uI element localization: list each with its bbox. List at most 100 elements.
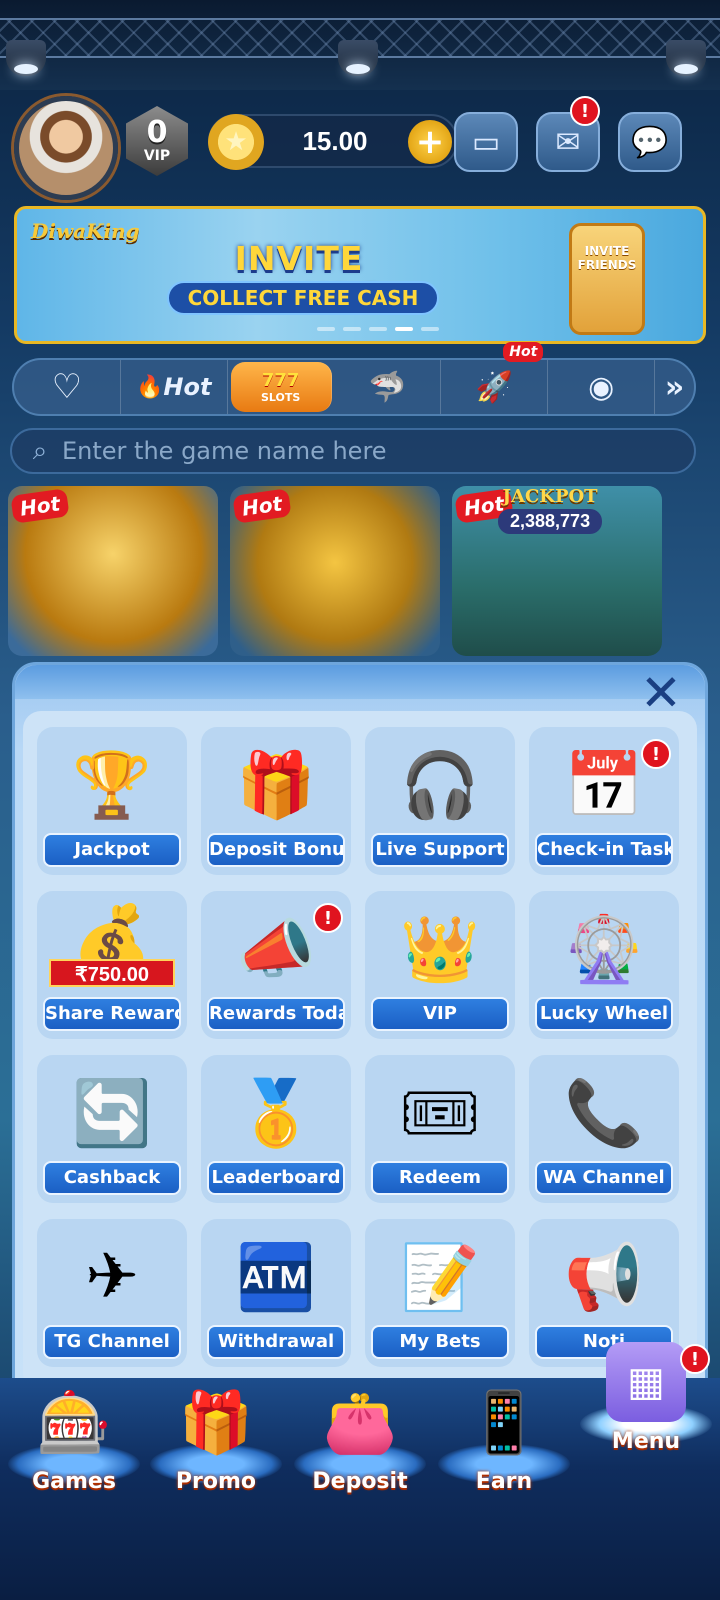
atm-icon: 🏧 <box>236 1240 316 1315</box>
promo-banner[interactable]: DiwaKing INVITE FRIENDS COLLECT FREE CAS… <box>14 206 706 344</box>
menu-item-label: WA Channel <box>535 1161 673 1195</box>
shark-icon: 🦈 <box>368 369 407 405</box>
nav-deposit-label: Deposit <box>312 1469 408 1494</box>
mail-alert-badge: ! <box>570 96 600 126</box>
tab-casino[interactable]: ◉ <box>548 360 656 414</box>
slot-machine-icon: 🎰 <box>36 1387 112 1458</box>
menu-item-label: TG Channel <box>43 1325 181 1359</box>
roulette-icon: ◉ <box>588 369 615 405</box>
menu-item-label: Redeem <box>371 1161 509 1195</box>
wheel-icon: 🎡 <box>564 912 644 987</box>
chevron-right-icon: » <box>664 369 685 405</box>
vip-level-badge[interactable]: 0 VIP <box>126 106 188 176</box>
menu-item-vip[interactable]: 👑 VIP <box>365 891 515 1039</box>
menu-item-live-support[interactable]: 🎧 Live Support <box>365 727 515 875</box>
game-tile[interactable]: Hot <box>230 486 440 656</box>
alert-badge: ! <box>313 903 343 933</box>
wallet-button[interactable]: ▭ <box>454 112 518 172</box>
tab-fishing[interactable]: 🦈 <box>335 360 442 414</box>
tab-favorites[interactable]: ♡ <box>14 360 121 414</box>
notepad-pen-icon: 📝 <box>400 1240 480 1315</box>
scroll-right-button[interactable]: » <box>655 360 694 414</box>
add-funds-button[interactable]: + <box>408 120 452 164</box>
balance-amount: 15.00 <box>302 126 368 156</box>
mail-button[interactable]: ✉ ! <box>536 96 600 172</box>
menu-item-lucky-wheel[interactable]: 🎡 Lucky Wheel <box>529 891 679 1039</box>
nav-menu-label: Menu <box>611 1429 681 1454</box>
whatsapp-icon: 📞 <box>564 1076 644 1151</box>
search-input[interactable] <box>62 437 662 465</box>
menu-item-label: Withdrawal <box>207 1325 345 1359</box>
menu-item-share-rewards[interactable]: 💰 ₹750.00 Share Rewards <box>37 891 187 1039</box>
nav-games[interactable]: 🎰 Games <box>4 1378 144 1518</box>
menu-item-cashback[interactable]: 🔄 Cashback <box>37 1055 187 1203</box>
tab-hot[interactable]: 🔥 Hot <box>121 360 228 414</box>
vip-level-label: VIP <box>143 148 171 164</box>
coin-icon: ★ <box>208 114 264 170</box>
rocket-icon: 🚀 <box>475 369 514 405</box>
menu-item-label: Jackpot <box>43 833 181 867</box>
menu-item-label: Cashback <box>43 1161 181 1195</box>
menu-item-wa-channel[interactable]: 📞 WA Channel <box>529 1055 679 1203</box>
support-agent-icon: 🎧 <box>400 748 480 823</box>
menu-item-withdrawal[interactable]: 🏧 Withdrawal <box>201 1219 351 1367</box>
share-rewards-amount: ₹750.00 <box>49 959 175 987</box>
menu-item-rewards-today[interactable]: 📣 ! Rewards Today <box>201 891 351 1039</box>
alert-badge: ! <box>641 739 671 769</box>
brand-logo: DiwaKing <box>31 219 140 243</box>
hot-tag: Hot <box>503 342 544 362</box>
gift-bonus-icon: 🎁 <box>236 748 316 823</box>
tab-crash[interactable]: 🚀 Hot <box>441 342 549 414</box>
menu-panel: ✕ 🏆 Jackpot 🎁 Deposit Bonus 🎧 Live Suppo… <box>12 662 708 1391</box>
hot-tag: Hot <box>10 488 70 524</box>
menu-item-deposit-bonus[interactable]: 🎁 Deposit Bonus <box>201 727 351 875</box>
mail-icon: ✉ <box>555 124 581 160</box>
ticket-icon: 🎟 <box>399 1076 481 1151</box>
menu-item-label: Check-in Task <box>535 833 673 867</box>
menu-item-label: My Bets <box>371 1325 509 1359</box>
menu-item-label: Live Support <box>371 833 509 867</box>
heart-icon: ♡ <box>51 367 83 407</box>
search-bar: ⌕ <box>10 428 696 474</box>
flame-icon: 🔥 <box>136 374 164 400</box>
menu-item-check-in-task[interactable]: 📅 ! Check-in Task <box>529 727 679 875</box>
search-icon: ⌕ <box>32 435 48 466</box>
gift-icon: 🎁 <box>178 1387 254 1458</box>
nav-menu[interactable]: ▦ ! Menu <box>576 1338 716 1478</box>
nav-earn[interactable]: 📱 Earn <box>434 1378 574 1518</box>
menu-item-label: Share Rewards <box>43 997 181 1031</box>
bottom-nav: 🎰 Games 🎁 Promo 👛 Deposit 📱 Earn ▦ ! Men… <box>0 1342 720 1600</box>
game-tile[interactable]: Hot JACKPOT 2,388,773 <box>452 486 662 656</box>
phone-coins-icon: 📱 <box>466 1387 542 1458</box>
nav-deposit[interactable]: 👛 Deposit <box>290 1378 430 1518</box>
menu-item-tg-channel[interactable]: ✈ TG Channel <box>37 1219 187 1367</box>
menu-alert-badge: ! <box>680 1344 710 1374</box>
game-tile[interactable]: Hot <box>8 486 218 656</box>
jackpot-label: JACKPOT <box>502 486 598 507</box>
nav-promo[interactable]: 🎁 Promo <box>146 1378 286 1518</box>
megaphone-icon: 📢 <box>564 1240 644 1315</box>
spotlight-icon <box>338 40 378 76</box>
menu-item-label: Deposit Bonus <box>207 833 345 867</box>
tab-slots[interactable]: 777 SLOTS <box>230 362 332 412</box>
menu-item-redeem[interactable]: 🎟 Redeem <box>365 1055 515 1203</box>
menu-item-label: Rewards Today <box>207 997 345 1031</box>
menu-item-leaderboard[interactable]: 🥇 Leaderboard <box>201 1055 351 1203</box>
spotlight-icon <box>666 40 706 76</box>
jackpot-display: JACKPOT 2,388,773 <box>498 486 603 534</box>
chat-support-button[interactable]: 💬 <box>618 112 682 172</box>
carousel-dots <box>317 327 439 331</box>
menu-item-label: Leaderboard <box>207 1161 345 1195</box>
slots-777-icon: 777 <box>261 370 300 391</box>
app-grid-icon: ▦ <box>606 1342 686 1422</box>
menu-item-my-bets[interactable]: 📝 My Bets <box>365 1219 515 1367</box>
menu-item-jackpot[interactable]: 🏆 Jackpot <box>37 727 187 875</box>
chat-icon: 💬 <box>631 124 669 160</box>
wallet-icon: ▭ <box>471 124 501 160</box>
nav-games-label: Games <box>32 1469 116 1494</box>
stage-truss <box>0 0 720 90</box>
vip-level-value: 0 <box>146 115 168 150</box>
avatar[interactable] <box>14 96 118 200</box>
wallet-coins-icon: 👛 <box>322 1387 398 1458</box>
nav-earn-label: Earn <box>475 1469 533 1494</box>
